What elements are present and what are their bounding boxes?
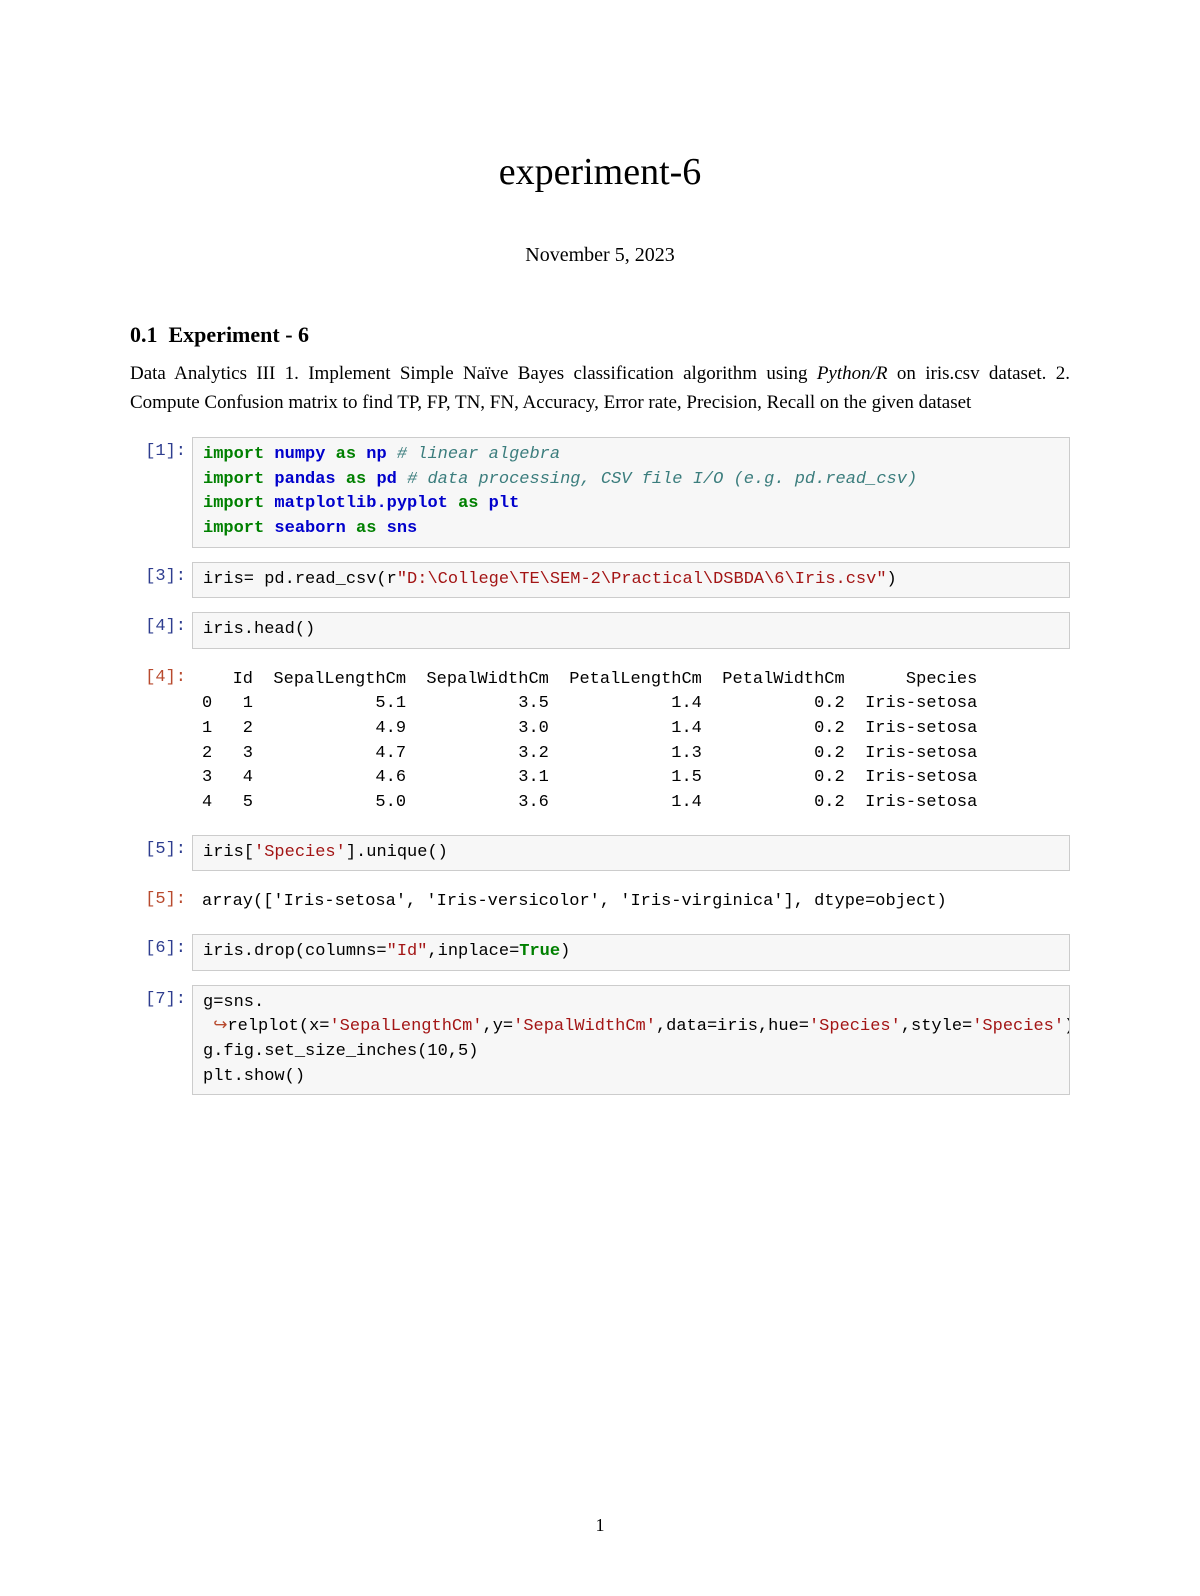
table-row: 4 5 5.0 3.6 1.4 0.2 Iris-setosa <box>202 793 977 812</box>
keyword: as <box>458 494 478 513</box>
code-text: g=sns. <box>203 993 264 1012</box>
section-title: Experiment - 6 <box>169 322 310 347</box>
code-text: g.fig.set_size_inches(10,5) <box>203 1042 478 1061</box>
code-text: ].unique() <box>346 843 448 862</box>
code-cell-5: [5]: iris['Species'].unique() <box>130 835 1070 872</box>
keyword: import <box>203 445 264 464</box>
code-input: g=sns. ↪relplot(x='SepalLengthCm',y='Sep… <box>192 985 1070 1096</box>
line-wrap-icon: ↪ <box>213 1017 227 1036</box>
code-text: ,style= <box>901 1017 972 1036</box>
code-text: iris= pd.read_csv( <box>203 570 387 589</box>
code-input: iris= pd.read_csv(r"D:\College\TE\SEM-2\… <box>192 562 1070 599</box>
code-text: plt.show() <box>203 1067 305 1086</box>
code-text: iris[ <box>203 843 254 862</box>
keyword: as <box>336 445 356 464</box>
desc-text-1: Data Analytics III 1. Implement Simple N… <box>130 363 817 384</box>
module: pandas <box>274 470 335 489</box>
page-number: 1 <box>130 1515 1070 1536</box>
code-text: ,inplace= <box>427 942 519 961</box>
desc-italic: Python/R <box>817 363 888 384</box>
page: experiment-6 November 5, 2023 0.1 Experi… <box>0 0 1200 1596</box>
string: 'Species' <box>809 1017 901 1036</box>
document-date: November 5, 2023 <box>130 244 1070 267</box>
keyword: as <box>346 470 366 489</box>
input-prompt: [3]: <box>130 562 192 586</box>
output-cell-5: [5]: array(['Iris-setosa', 'Iris-versico… <box>130 885 1070 920</box>
string: 'SepalLengthCm' <box>329 1017 482 1036</box>
input-prompt: [4]: <box>130 612 192 636</box>
alias: sns <box>387 519 418 538</box>
comment: # linear algebra <box>397 445 560 464</box>
output-cell-4: [4]: Id SepalLengthCm SepalWidthCm Petal… <box>130 663 1070 821</box>
table-row: 0 1 5.1 3.5 1.4 0.2 Iris-setosa <box>202 694 977 713</box>
module: matplotlib.pyplot <box>274 494 447 513</box>
section-heading: 0.1 Experiment - 6 <box>130 322 1070 348</box>
keyword: import <box>203 494 264 513</box>
section-description: Data Analytics III 1. Implement Simple N… <box>130 360 1070 417</box>
alias: pd <box>376 470 396 489</box>
code-input: iris.drop(columns="Id",inplace=True) <box>192 934 1070 971</box>
module: seaborn <box>274 519 345 538</box>
code-input: iris['Species'].unique() <box>192 835 1070 872</box>
code-text: ) <box>1064 1017 1070 1036</box>
table-row: 3 4 4.6 3.1 1.5 0.2 Iris-setosa <box>202 768 977 787</box>
boolean: True <box>519 942 560 961</box>
table-row: 2 3 4.7 3.2 1.3 0.2 Iris-setosa <box>202 744 977 763</box>
document-title: experiment-6 <box>130 150 1070 194</box>
output-prompt: [4]: <box>130 663 192 687</box>
alias: np <box>366 445 386 464</box>
string: 'SepalWidthCm' <box>513 1017 656 1036</box>
output-prompt: [5]: <box>130 885 192 909</box>
string: 'Species' <box>972 1017 1064 1036</box>
array-output: array(['Iris-setosa', 'Iris-versicolor',… <box>192 885 1070 920</box>
module: numpy <box>274 445 325 464</box>
code-text: iris.drop(columns= <box>203 942 387 961</box>
alias: plt <box>489 494 520 513</box>
code-text: relplot(x= <box>227 1017 329 1036</box>
keyword: as <box>356 519 376 538</box>
code-input: iris.head() <box>192 612 1070 649</box>
comment: # data processing, CSV file I/O (e.g. pd… <box>407 470 917 489</box>
code-text: ) <box>560 942 570 961</box>
table-row: 1 2 4.9 3.0 1.4 0.2 Iris-setosa <box>202 719 977 738</box>
code-text: ) <box>887 570 897 589</box>
table-header: Id SepalLengthCm SepalWidthCm PetalLengt… <box>202 670 977 689</box>
code-cell-3: [3]: iris= pd.read_csv(r"D:\College\TE\S… <box>130 562 1070 599</box>
code-cell-6: [6]: iris.drop(columns="Id",inplace=True… <box>130 934 1070 971</box>
keyword: import <box>203 470 264 489</box>
code-cell-4: [4]: iris.head() <box>130 612 1070 649</box>
code-cell-1: [1]: import numpy as np # linear algebra… <box>130 437 1070 548</box>
input-prompt: [6]: <box>130 934 192 958</box>
string: "D:\College\TE\SEM-2\Practical\DSBDA\6\I… <box>397 570 887 589</box>
input-prompt: [7]: <box>130 985 192 1009</box>
input-prompt: [5]: <box>130 835 192 859</box>
section-number: 0.1 <box>130 322 158 347</box>
string: 'Species' <box>254 843 346 862</box>
dataframe-output: Id SepalLengthCm SepalWidthCm PetalLengt… <box>192 663 1070 821</box>
code-cell-7: [7]: g=sns. ↪relplot(x='SepalLengthCm',y… <box>130 985 1070 1096</box>
code-text: ,y= <box>483 1017 514 1036</box>
string: "Id" <box>387 942 428 961</box>
input-prompt: [1]: <box>130 437 192 461</box>
keyword: import <box>203 519 264 538</box>
code-input: import numpy as np # linear algebra impo… <box>192 437 1070 548</box>
code-text: ,data=iris,hue= <box>656 1017 809 1036</box>
string-prefix: r <box>387 570 397 589</box>
